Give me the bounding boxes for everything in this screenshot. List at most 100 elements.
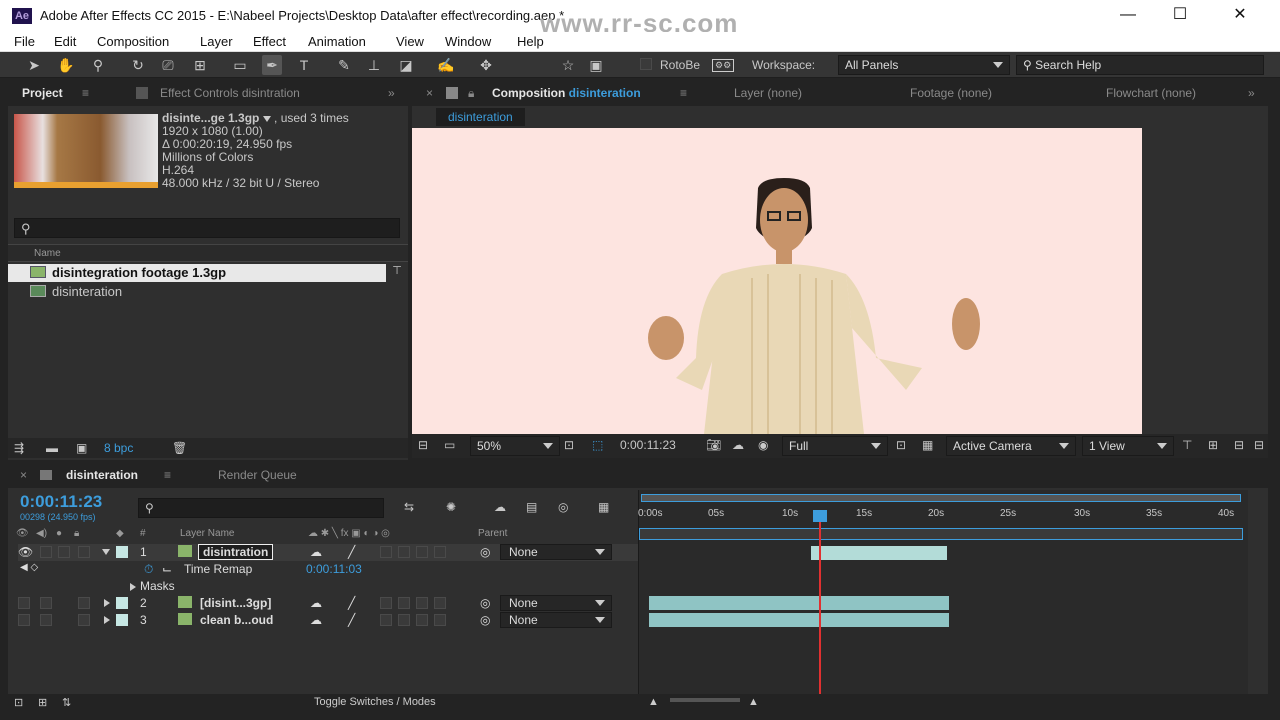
property-group-row[interactable]: Masks: [18, 578, 644, 595]
zoom-slider[interactable]: [670, 698, 740, 702]
property-row[interactable]: ◀ ◇ ⏱︎ ⌙ Time Remap 0:00:11:03: [18, 561, 644, 578]
view-layout-dropdown[interactable]: 1 View: [1082, 436, 1174, 456]
parent-dropdown[interactable]: None: [500, 595, 612, 611]
close-tab-icon[interactable]: ×: [20, 468, 27, 482]
hand-tool-icon[interactable]: ✋: [56, 55, 76, 75]
close-button[interactable]: ✕: [1220, 2, 1260, 28]
eraser-tool-icon[interactable]: ◪: [396, 55, 416, 75]
rotobe-checkbox[interactable]: [640, 58, 652, 70]
reset-exposure-icon[interactable]: ⊟: [1254, 438, 1264, 452]
resolution-dropdown[interactable]: Full: [782, 436, 888, 456]
minimize-button[interactable]: —: [1108, 2, 1148, 28]
frame-blend-switch[interactable]: [398, 614, 410, 626]
frame-blending-icon[interactable]: ▤: [526, 500, 537, 514]
fx-switch[interactable]: [380, 614, 392, 626]
monitor-icon[interactable]: ▭: [444, 438, 455, 452]
tab-flowchart[interactable]: Flowchart (none): [1106, 86, 1196, 100]
toggle-pixel-aspect-icon[interactable]: ⊤: [1182, 438, 1192, 452]
layer-1-bar[interactable]: [811, 546, 947, 560]
title-safe-icon[interactable]: ⊡: [564, 438, 574, 452]
menu-layer[interactable]: Layer: [200, 34, 233, 49]
type-tool-icon[interactable]: T: [294, 55, 314, 75]
3d-switch[interactable]: [434, 597, 446, 609]
frame-blend-switch[interactable]: [398, 546, 410, 558]
tab-project[interactable]: Project: [22, 86, 63, 100]
menu-edit[interactable]: Edit: [54, 34, 76, 49]
expand-arrow-icon[interactable]: [104, 599, 110, 607]
pan-behind-tool-icon[interactable]: ⊞: [190, 55, 210, 75]
parent-dropdown[interactable]: None: [500, 544, 612, 560]
zoom-in-icon[interactable]: ▲: [748, 696, 759, 708]
trash-icon[interactable]: 🗑: [172, 441, 187, 455]
new-composition-icon[interactable]: ▣: [76, 441, 87, 455]
tab-footage[interactable]: Footage (none): [910, 86, 992, 100]
menu-effect[interactable]: Effect: [253, 34, 286, 49]
menu-animation[interactable]: Animation: [308, 34, 366, 49]
playhead-line[interactable]: [819, 514, 821, 694]
stopwatch-icon[interactable]: ⏱︎: [144, 562, 153, 577]
expand-arrow-icon[interactable]: [130, 583, 136, 591]
col-parent[interactable]: Parent: [478, 528, 507, 539]
brush-tool-icon[interactable]: ✎: [334, 55, 354, 75]
menu-view[interactable]: View: [396, 34, 424, 49]
motion-blur-icon[interactable]: ◎: [558, 500, 568, 514]
rotate-tool-icon[interactable]: ↻: [128, 55, 148, 75]
chevron-down-icon[interactable]: [262, 116, 271, 122]
camera-tool-icon[interactable]: ⎚: [158, 55, 178, 75]
fx-switch[interactable]: [380, 597, 392, 609]
lock-icon[interactable]: 🔒︎: [468, 86, 474, 101]
playhead-handle[interactable]: [813, 510, 827, 522]
comp-panel-menu-icon[interactable]: ≡: [680, 86, 687, 100]
3d-switch[interactable]: [434, 546, 446, 558]
pickwhip-icon[interactable]: ◎: [480, 596, 490, 610]
stretch-toggle-icon[interactable]: ⇅: [62, 696, 71, 709]
audio-switch[interactable]: [40, 597, 52, 609]
eye-icon[interactable]: 👁︎: [18, 545, 33, 559]
shy-switch-icon[interactable]: ☁: [310, 613, 322, 627]
timeline-search-input[interactable]: ⚲: [138, 498, 384, 518]
time-navigator[interactable]: [639, 528, 1243, 540]
always-preview-icon[interactable]: ⊟: [418, 438, 428, 452]
layer-name[interactable]: clean b...oud: [200, 613, 273, 627]
zoom-out-icon[interactable]: ▲: [648, 696, 659, 708]
mask-visibility-icon[interactable]: ⬚: [592, 438, 603, 452]
shy-switch-icon[interactable]: ☁: [310, 545, 322, 559]
time-remap-value[interactable]: 0:00:11:03: [306, 562, 362, 576]
rectangle-tool-icon[interactable]: ▭: [230, 55, 250, 75]
transparency-grid-icon[interactable]: ▦: [922, 438, 933, 452]
table-row[interactable]: 👁︎ 1 disintration ☁ ╱ ◎ None: [18, 544, 644, 561]
motion-blur-switch[interactable]: [416, 597, 428, 609]
clone-stamp-tool-icon[interactable]: ⊥: [364, 55, 384, 75]
project-search-input[interactable]: ⚲: [14, 218, 400, 238]
timeline-graph[interactable]: [638, 490, 1248, 694]
selection-tool-icon[interactable]: ➤: [24, 55, 44, 75]
maximize-button[interactable]: ☐: [1160, 2, 1200, 28]
tab-effect-controls[interactable]: Effect Controls disintration: [160, 86, 300, 100]
motion-blur-switch[interactable]: [416, 546, 428, 558]
layer-label-color[interactable]: [116, 546, 128, 558]
lock-switch[interactable]: [78, 597, 90, 609]
tab-render-queue[interactable]: Render Queue: [218, 468, 297, 482]
graph-editor-icon[interactable]: ▦: [598, 500, 609, 514]
pickwhip-icon[interactable]: ◎: [480, 545, 490, 559]
frame-blend-switch[interactable]: [398, 597, 410, 609]
tab-timeline-comp[interactable]: disinteration: [66, 468, 138, 482]
list-item[interactable]: disinteration: [8, 283, 408, 301]
tab-composition[interactable]: Composition disinteration: [492, 86, 641, 100]
transfer-controls-toggle-icon[interactable]: ⊞: [38, 696, 47, 709]
timecode-display[interactable]: 0:00:11:23: [620, 438, 676, 452]
region-of-interest-icon[interactable]: ⊡: [896, 438, 906, 452]
close-tab-icon[interactable]: ×: [426, 86, 433, 100]
current-time-display[interactable]: 0:00:11:23: [20, 492, 102, 512]
expand-arrow-icon[interactable]: [102, 549, 110, 555]
audio-switch[interactable]: [40, 614, 52, 626]
timeline-panel-menu-icon[interactable]: ≡: [164, 468, 171, 482]
fast-previews-icon[interactable]: ⊞: [1208, 438, 1218, 452]
breadcrumb[interactable]: disinteration: [436, 108, 525, 126]
color-channels-icon[interactable]: ◉: [758, 438, 768, 452]
magnification-dropdown[interactable]: 50%: [470, 436, 560, 456]
comp-mini-flowchart-icon[interactable]: ⇆: [404, 500, 414, 514]
table-row[interactable]: 2 [disint...3gp] ☁ ╱ ◎ None: [18, 595, 644, 612]
layer-switches-toggle-icon[interactable]: ⊡: [14, 696, 23, 709]
draft-3d-icon[interactable]: ✺: [446, 500, 456, 514]
